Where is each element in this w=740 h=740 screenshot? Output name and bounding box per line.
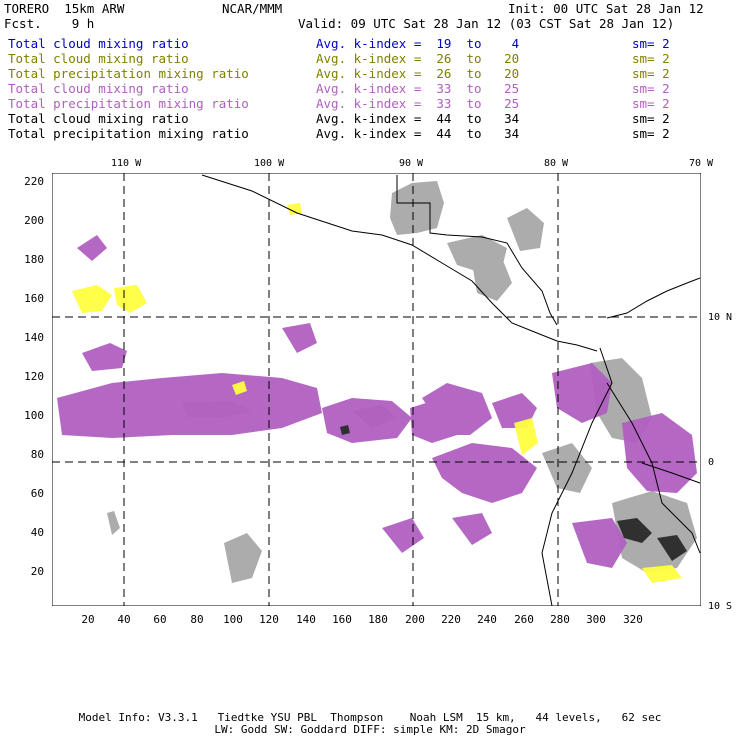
y-tick: 220 (24, 175, 44, 188)
lon-label-110w: 110 W (111, 158, 142, 169)
y-tick: 120 (24, 370, 44, 383)
valid-time: Valid: 09 UTC Sat 28 Jan 12 (03 CST Sat … (298, 16, 675, 31)
init-time: Init: 00 UTC Sat 28 Jan 12 (508, 1, 704, 16)
forecast-hour: Fcst. 9 h (4, 16, 95, 31)
legend-field-name: Total precipitation mixing ratio (8, 96, 249, 111)
lat-label-0: 0 (708, 457, 715, 468)
legend-row: Total precipitation mixing ratio Avg. k-… (8, 66, 708, 81)
legend-field-name: Total cloud mixing ratio (8, 111, 189, 126)
physics-info: LW: Godd SW: Goddard DIFF: simple KM: 2D… (214, 723, 526, 736)
x-tick: 160 (332, 613, 352, 626)
legend-k-index: Avg. k-index = 26 to 20 (316, 66, 520, 81)
legend-smoothing: sm= 2 (632, 81, 670, 96)
y-tick: 80 (30, 448, 44, 461)
legend-field-name: Total cloud mixing ratio (8, 81, 189, 96)
lat-label-10s: 10 S (708, 601, 733, 612)
model-title: TORERO 15km ARW (4, 1, 125, 16)
legend-row: Total cloud mixing ratio Avg. k-index = … (8, 51, 708, 66)
forecast-map (52, 173, 701, 606)
lon-label-80w: 80 W (544, 158, 569, 169)
y-tick: 140 (24, 331, 44, 344)
legend-k-index: Avg. k-index = 33 to 25 (316, 81, 520, 96)
x-tick: 120 (259, 613, 279, 626)
y-tick: 20 (30, 565, 44, 578)
x-tick: 20 (81, 613, 95, 626)
legend-k-index: Avg. k-index = 33 to 25 (316, 96, 520, 111)
x-tick: 100 (223, 613, 243, 626)
x-tick: 60 (153, 613, 167, 626)
legend-k-index: Avg. k-index = 19 to 4 (316, 36, 520, 51)
x-tick: 240 (477, 613, 497, 626)
x-tick: 220 (441, 613, 461, 626)
x-tick: 260 (514, 613, 534, 626)
center-label: NCAR/MMM (222, 1, 283, 16)
legend-smoothing: sm= 2 (632, 111, 670, 126)
legend-field-name: Total cloud mixing ratio (8, 51, 189, 66)
legend-row: Total cloud mixing ratio Avg. k-index = … (8, 111, 708, 126)
lon-label-100w: 100 W (254, 158, 285, 169)
legend-field-name: Total precipitation mixing ratio (8, 126, 249, 141)
y-tick: 60 (30, 487, 44, 500)
legend-smoothing: sm= 2 (632, 36, 670, 51)
legend-field-name: Total precipitation mixing ratio (8, 66, 249, 81)
x-tick: 180 (368, 613, 388, 626)
x-tick: 280 (550, 613, 570, 626)
lon-label-70w: 70 W (689, 158, 714, 169)
lat-label-10n: 10 N (708, 312, 733, 323)
y-tick: 180 (24, 253, 44, 266)
legend-row: Total cloud mixing ratio Avg. k-index = … (8, 81, 708, 96)
y-tick: 40 (30, 526, 44, 539)
x-tick: 140 (296, 613, 316, 626)
legend-k-index: Avg. k-index = 44 to 34 (316, 111, 520, 126)
legend-k-index: Avg. k-index = 26 to 20 (316, 51, 520, 66)
x-tick: 80 (190, 613, 204, 626)
legend-smoothing: sm= 2 (632, 126, 670, 141)
y-tick: 100 (24, 409, 44, 422)
y-tick: 160 (24, 292, 44, 305)
legend-smoothing: sm= 2 (632, 51, 670, 66)
y-tick: 200 (24, 214, 44, 227)
legend-field-name: Total cloud mixing ratio (8, 36, 189, 51)
x-tick: 300 (586, 613, 606, 626)
legend-smoothing: sm= 2 (632, 96, 670, 111)
x-tick: 200 (405, 613, 425, 626)
legend-row: Total precipitation mixing ratio Avg. k-… (8, 126, 708, 141)
x-tick: 40 (117, 613, 131, 626)
x-tick: 320 (623, 613, 643, 626)
legend-k-index: Avg. k-index = 44 to 34 (316, 126, 520, 141)
lon-label-90w: 90 W (399, 158, 424, 169)
legend-row: Total cloud mixing ratio Avg. k-index = … (8, 36, 708, 51)
legend-row: Total precipitation mixing ratio Avg. k-… (8, 96, 708, 111)
legend-smoothing: sm= 2 (632, 66, 670, 81)
